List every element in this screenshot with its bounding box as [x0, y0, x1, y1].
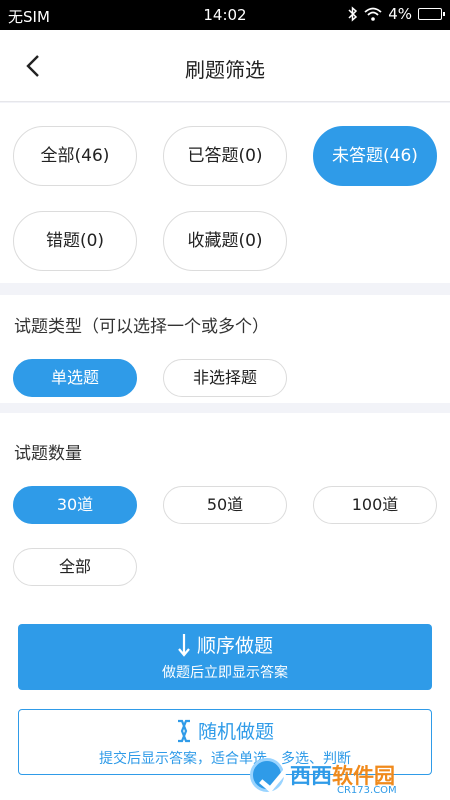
site-watermark: 西西软件园 CR173.COM [244, 752, 450, 798]
count-all-button[interactable]: 全部 [13, 548, 137, 586]
watermark-logo-icon [250, 758, 284, 792]
type-single-choice-button[interactable]: 单选题 [13, 359, 137, 397]
sequential-practice-button[interactable]: 顺序做题 做题后立即显示答案 [18, 624, 432, 690]
count-50-button[interactable]: 50道 [163, 486, 287, 524]
page-title: 刷题筛选 [185, 58, 265, 82]
arrow-down-icon [178, 633, 190, 657]
answer-filter-section: 全部(46) 已答题(0) 未答题(46) 错题(0) 收藏题(0) [0, 103, 450, 283]
count-30-button[interactable]: 30道 [13, 486, 137, 524]
random-practice-title: 随机做题 [197, 721, 274, 743]
filter-answered-button[interactable]: 已答题(0) [163, 126, 287, 186]
status-bar: 无SIM 14:02 4% [0, 0, 450, 30]
bluetooth-icon [348, 6, 358, 22]
type-non-choice-button[interactable]: 非选择题 [163, 359, 287, 397]
filter-wrong-button[interactable]: 错题(0) [13, 211, 137, 271]
status-icons: 4% [348, 5, 445, 23]
watermark-url: CR173.COM [337, 785, 397, 796]
sequential-practice-title: 顺序做题 [196, 635, 273, 657]
question-count-label: 试题数量 [14, 444, 82, 464]
wifi-icon [364, 7, 382, 21]
question-type-label: 试题类型（可以选择一个或多个） [14, 317, 269, 337]
filter-unanswered-button[interactable]: 未答题(46) [313, 126, 437, 186]
question-type-section: 试题类型（可以选择一个或多个） 单选题 非选择题 [0, 295, 450, 403]
filter-favorites-button[interactable]: 收藏题(0) [163, 211, 287, 271]
nav-header: 刷题筛选 [0, 30, 450, 102]
battery-percent: 4% [388, 5, 412, 23]
count-100-button[interactable]: 100道 [313, 486, 437, 524]
filter-all-button[interactable]: 全部(46) [13, 126, 137, 186]
shuffle-icon [177, 719, 190, 742]
watermark-brand-a: 西西 [290, 764, 332, 788]
battery-icon [418, 8, 445, 20]
sequential-practice-subtitle: 做题后立即显示答案 [162, 665, 288, 681]
